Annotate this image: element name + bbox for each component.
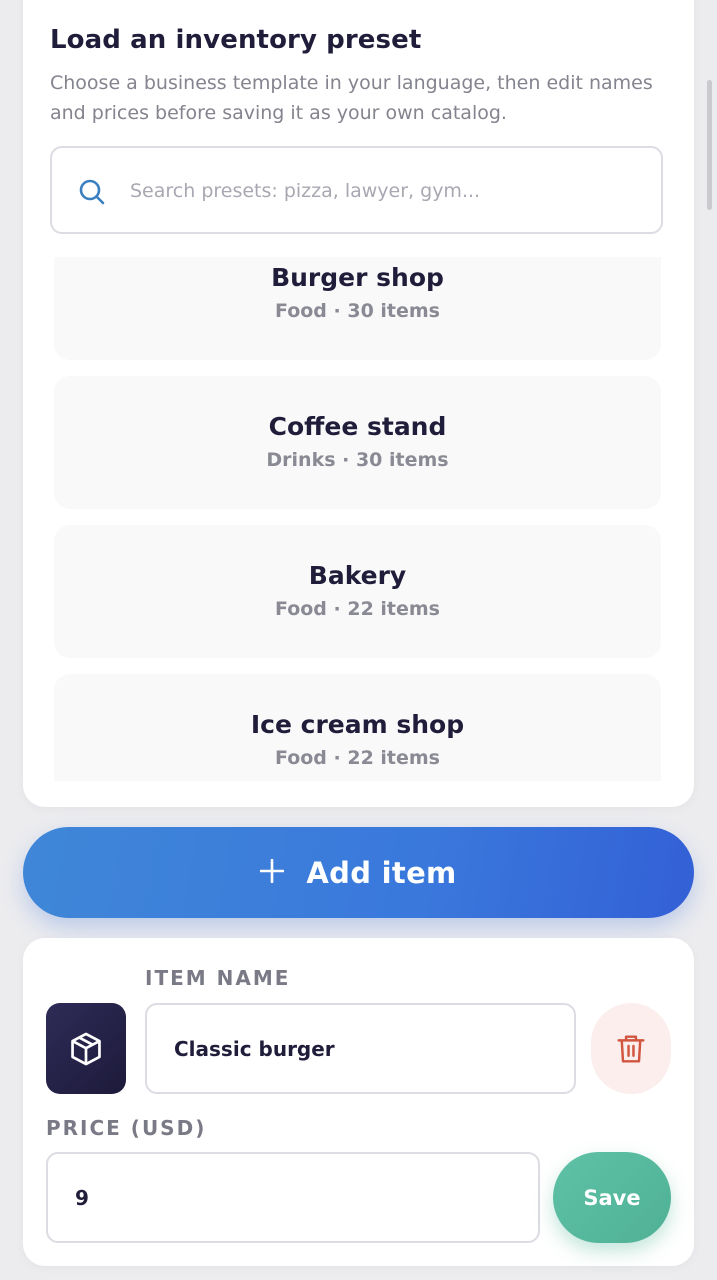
preset-item-name: Ice cream shop	[250, 710, 465, 739]
price-input[interactable]	[46, 1152, 540, 1243]
save-button[interactable]: Save	[553, 1152, 671, 1243]
trash-icon	[617, 1034, 645, 1063]
preset-item-name: Burger shop	[271, 263, 444, 292]
item-name-input[interactable]	[145, 1003, 576, 1094]
search-icon	[79, 179, 105, 205]
item-name-label: ITEM NAME	[145, 966, 291, 990]
package-icon	[71, 1032, 101, 1065]
preset-item-name: Coffee stand	[268, 412, 447, 441]
preset-title: Load an inventory preset	[50, 25, 422, 55]
preset-item-meta: Drinks · 30 items	[266, 449, 449, 471]
plus-icon	[260, 858, 285, 883]
item-thumbnail[interactable]	[46, 1003, 126, 1094]
preset-description: Choose a business template in your langu…	[50, 72, 653, 124]
preset-card: Load an inventory preset Choose a busine…	[23, 0, 694, 807]
preset-list: Burger shop Food · 30 items Coffee stand…	[50, 257, 665, 781]
scrollbar[interactable]	[707, 80, 712, 210]
preset-item-name: Bakery	[308, 561, 407, 590]
add-item-label: Add item	[306, 855, 457, 890]
preset-item-burger-shop[interactable]: Burger shop Food · 30 items	[54, 257, 661, 360]
preset-item-coffee-stand[interactable]: Coffee stand Drinks · 30 items	[54, 376, 661, 509]
preset-item-meta: Food · 30 items	[274, 300, 440, 322]
add-item-button[interactable]: Add item	[23, 827, 694, 918]
item-editor-card: ITEM NAME PRICE (USD) Save	[23, 938, 694, 1266]
preset-item-bakery[interactable]: Bakery Food · 22 items	[54, 525, 661, 658]
preset-item-ice-cream-shop[interactable]: Ice cream shop Food · 22 items	[54, 674, 661, 781]
delete-item-button[interactable]	[591, 1003, 671, 1094]
search-box[interactable]	[50, 146, 663, 234]
search-input[interactable]	[128, 148, 652, 234]
price-label: PRICE (USD)	[46, 1116, 207, 1140]
preset-item-meta: Food · 22 items	[274, 747, 440, 769]
preset-item-meta: Food · 22 items	[274, 598, 440, 620]
